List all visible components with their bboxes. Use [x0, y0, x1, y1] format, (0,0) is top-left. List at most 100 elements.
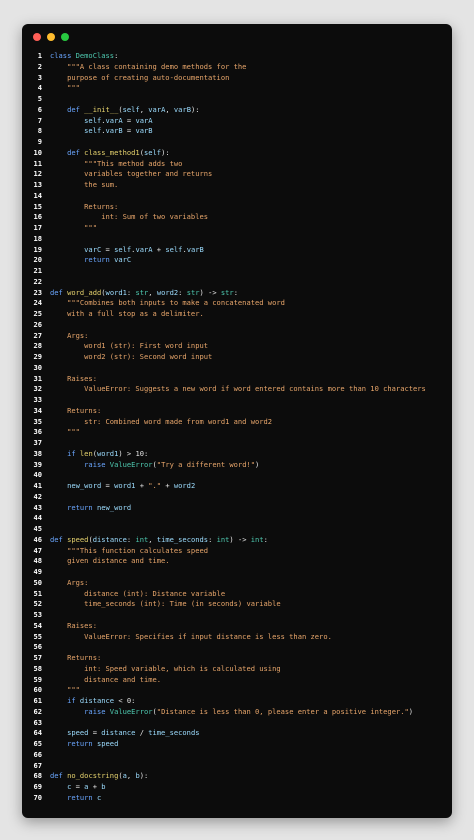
- line-content: int: Sum of two variables: [50, 212, 208, 223]
- code-line: 4 """: [22, 83, 452, 94]
- line-number: 59: [33, 674, 42, 684]
- code-line: 11 """This method adds two: [22, 159, 452, 170]
- code-token: Raises:: [50, 373, 97, 383]
- code-token: ):: [161, 147, 170, 157]
- code-token: if: [50, 696, 80, 705]
- line-content: Returns:: [50, 406, 101, 417]
- code-editor[interactable]: 1 class DemoClass: 2 """A class containing…: [22, 51, 452, 804]
- line-number: 23: [33, 287, 42, 297]
- code-token: word1: [105, 287, 127, 297]
- code-token: int: [216, 534, 230, 544]
- line-content: purpose of creating auto-documentation: [50, 73, 229, 84]
- code-line: 29 word2 (str): Second word input: [22, 352, 452, 363]
- line-content: def __init__(self, varA, varB):: [50, 104, 200, 116]
- code-line: 42: [22, 492, 452, 503]
- code-line: 1 class DemoClass:: [22, 51, 452, 62]
- code-token: +: [161, 481, 174, 490]
- line-number: 15: [33, 201, 42, 211]
- code-token: def: [50, 534, 68, 544]
- code-line: 18: [22, 234, 452, 245]
- line-number: 52: [33, 599, 42, 609]
- code-line: 60 """: [22, 685, 452, 696]
- code-token: "Try a different word!": [156, 459, 256, 469]
- line-number: 66: [33, 749, 42, 759]
- line-content: Returns:: [50, 653, 101, 664]
- code-token: distance (int): Distance variable: [50, 588, 226, 598]
- code-token: int: [250, 534, 264, 544]
- code-token: ):: [191, 104, 200, 114]
- code-token: """A class containing demo methods for t…: [50, 61, 247, 71]
- minimize-window-button[interactable]: [47, 33, 55, 41]
- line-number: 62: [33, 706, 42, 716]
- code-line: 69 c = a + b: [22, 782, 452, 793]
- line-number: 46: [33, 534, 42, 544]
- code-token: /: [135, 728, 149, 738]
- close-window-button[interactable]: [33, 33, 41, 41]
- code-token: raise: [50, 706, 110, 716]
- code-token: varB: [135, 126, 153, 136]
- line-content: class DemoClass:: [50, 51, 118, 62]
- code-line: 52 time_seconds (int): Time (in seconds)…: [22, 599, 452, 610]
- line-number: 43: [33, 502, 42, 512]
- code-token: def: [50, 771, 68, 781]
- line-content: varC = self.varA + self.varB: [50, 245, 204, 256]
- line-content: return new_word: [50, 503, 131, 514]
- code-line: 12 variables together and returns: [22, 169, 452, 180]
- line-number: 68: [33, 771, 42, 781]
- code-token: varB: [105, 126, 123, 136]
- line-content: def class_method1(self):: [50, 148, 170, 159]
- line-number: 27: [33, 330, 42, 340]
- code-token: """This method adds two: [50, 158, 183, 168]
- code-window: 1 class DemoClass: 2 """A class containing…: [22, 24, 452, 818]
- line-content: Raises:: [50, 621, 97, 632]
- title-bar: [22, 24, 452, 48]
- code-token: ) ->: [199, 287, 221, 297]
- line-number: 42: [33, 491, 42, 501]
- code-token: varC: [50, 244, 102, 254]
- code-token: Returns:: [50, 405, 102, 415]
- code-line: 64 speed = distance / time_seconds: [22, 728, 452, 739]
- code-token: str: [135, 287, 149, 297]
- line-number: 33: [33, 395, 42, 404]
- code-line: 27 Args:: [22, 331, 452, 342]
- line-number: 1: [37, 51, 42, 60]
- code-token: int: [135, 534, 149, 544]
- code-token: +: [152, 244, 166, 254]
- code-line: 31 Raises:: [22, 374, 452, 385]
- line-content: """: [50, 223, 97, 234]
- code-token: variables together and returns: [50, 169, 213, 179]
- code-token: new_word: [96, 502, 132, 512]
- code-line: 23 def word_add(word1: str, word2: str) -…: [22, 288, 452, 299]
- code-line: 3 purpose of creating auto-documentation: [22, 73, 452, 84]
- line-content: """A class containing demo methods for t…: [50, 62, 246, 73]
- code-token: purpose of creating auto-documentation: [50, 72, 230, 82]
- code-token: < 0:: [114, 696, 136, 705]
- line-content: the sum.: [50, 180, 118, 191]
- line-content: raise ValueError("Try a different word!"…: [50, 460, 259, 471]
- line-number: 65: [33, 739, 42, 748]
- code-line: 25 with a full stop as a delimiter.: [22, 309, 452, 320]
- line-number: 41: [33, 481, 42, 490]
- line-number: 28: [33, 341, 42, 351]
- code-token: str: [186, 287, 200, 297]
- code-token: speed: [96, 739, 119, 748]
- code-token: Returns:: [50, 653, 102, 662]
- line-content: if distance < 0:: [50, 696, 135, 707]
- line-content: new_word = word1 + "." + word2: [50, 481, 195, 492]
- line-content: str: Combined word made from word1 and w…: [50, 417, 272, 428]
- line-content: """: [50, 427, 80, 438]
- code-line: 9: [22, 137, 452, 148]
- code-token: raise: [50, 459, 110, 469]
- code-line: 38 if len(word1) > 10:: [22, 449, 452, 460]
- code-line: 34 Returns:: [22, 406, 452, 417]
- code-token: speed: [50, 728, 89, 738]
- line-content: given distance and time.: [50, 556, 170, 567]
- code-line: 20 return varC: [22, 255, 452, 266]
- code-line: 13 the sum.: [22, 180, 452, 191]
- line-content: if len(word1) > 10:: [50, 449, 148, 460]
- maximize-window-button[interactable]: [61, 33, 69, 41]
- code-line: 46 def speed(distance: int, time_seconds:…: [22, 535, 452, 546]
- code-token: ValueError: [109, 706, 153, 716]
- code-token: varA: [135, 244, 153, 254]
- line-number: 39: [33, 459, 42, 469]
